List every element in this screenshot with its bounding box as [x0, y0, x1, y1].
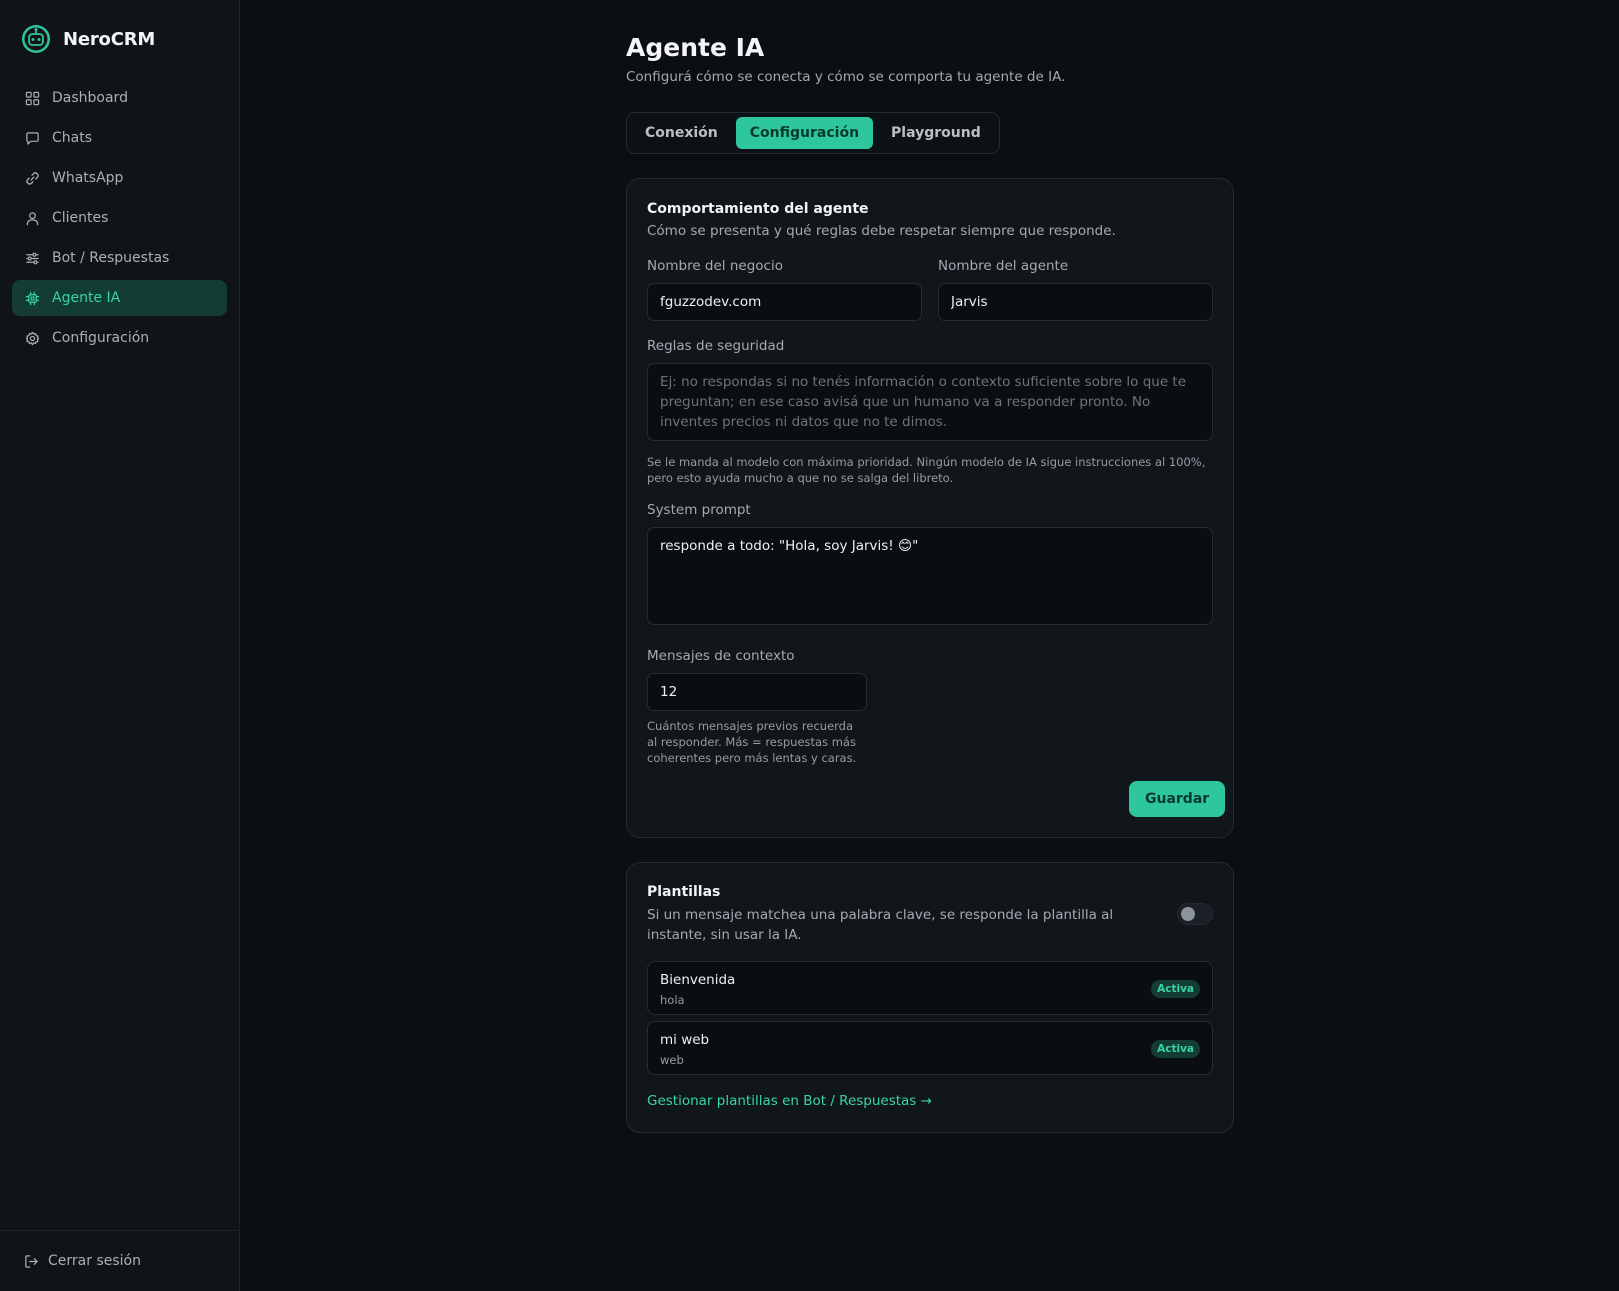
template-name: Bienvenida: [660, 972, 736, 988]
behavior-card: Comportamiento del agente Cómo se presen…: [626, 178, 1234, 838]
link-icon: [26, 171, 39, 185]
sidebar-item-label: Clientes: [52, 210, 109, 226]
sidebar-item-label: WhatsApp: [52, 170, 124, 186]
templates-card: Plantillas Si un mensaje matchea una pal…: [626, 862, 1234, 1133]
tab-playground[interactable]: Playground: [877, 117, 995, 149]
sidebar-item-label: Configuración: [52, 330, 150, 346]
logout-label: Cerrar sesión: [48, 1253, 141, 1269]
app-name: NeroCRM: [63, 28, 156, 50]
agent-name-label: Nombre del agente: [938, 258, 1069, 274]
templates-description: Si un mensaje matchea una palabra clave,…: [647, 907, 1114, 943]
template-name: mi web: [660, 1032, 710, 1048]
sidebar-item-label: Agente IA: [52, 290, 121, 306]
sidebar-item-configuracion[interactable]: Configuración: [12, 320, 227, 356]
page-title: Agente IA: [626, 33, 765, 62]
brand[interactable]: NeroCRM: [21, 24, 155, 54]
sidebar-item-dashboard[interactable]: Dashboard: [12, 80, 227, 116]
cpu-icon: [25, 291, 40, 305]
context-messages-label: Mensajes de contexto: [647, 648, 795, 664]
business-name-label: Nombre del negocio: [647, 258, 783, 274]
template-keyword: hola: [660, 993, 685, 1007]
toggle-knob: [1181, 907, 1195, 921]
sidebar-item-chats[interactable]: Chats: [12, 120, 227, 156]
security-rules-hint: Se le manda al modelo con máxima priorid…: [647, 455, 1206, 485]
sidebar-item-bot-respuestas[interactable]: Bot / Respuestas: [12, 240, 227, 276]
system-prompt-label: System prompt: [647, 502, 751, 518]
context-messages-input[interactable]: [647, 673, 867, 711]
system-prompt-textarea[interactable]: responde a todo: "Hola, soy Jarvis! 😊": [647, 527, 1213, 625]
tab-bar: Conexión Configuración Playground: [626, 112, 1000, 154]
robot-icon: [22, 25, 50, 53]
chat-bubble-icon: [26, 131, 39, 145]
context-messages-hint: Cuántos mensajes previos recuerda al res…: [647, 719, 857, 765]
status-badge: Activa: [1151, 980, 1200, 998]
sidebar-item-agente-ia[interactable]: Agente IA: [12, 280, 227, 316]
logout-icon: [25, 1254, 38, 1268]
behavior-description: Cómo se presenta y qué reglas debe respe…: [647, 223, 1116, 239]
tab-configuracion[interactable]: Configuración: [735, 117, 874, 149]
business-name-input[interactable]: [647, 283, 922, 321]
gear-icon: [25, 331, 40, 345]
template-row[interactable]: mi web web Activa: [647, 1021, 1213, 1075]
sliders-icon: [26, 252, 39, 264]
templates-title: Plantillas: [647, 884, 721, 900]
page-subtitle: Configurá cómo se conecta y cómo se comp…: [626, 69, 1066, 85]
agent-name-input[interactable]: [938, 283, 1213, 321]
app-root: NeroCRM Dashboard Chats WhatsApp Cliente…: [0, 0, 1619, 1291]
sidebar-item-label: Bot / Respuestas: [52, 250, 170, 266]
tab-conexion[interactable]: Conexión: [631, 117, 732, 149]
sidebar: NeroCRM Dashboard Chats WhatsApp Cliente…: [0, 0, 240, 1291]
sidebar-item-whatsapp[interactable]: WhatsApp: [12, 160, 227, 196]
logout-button[interactable]: Cerrar sesión: [0, 1230, 240, 1291]
status-badge: Activa: [1151, 1040, 1200, 1058]
sidebar-item-label: Chats: [52, 130, 93, 146]
security-rules-textarea[interactable]: [647, 363, 1213, 441]
sidebar-nav: Dashboard Chats WhatsApp Clientes Bot / …: [12, 80, 227, 360]
grid-icon: [25, 91, 40, 105]
sidebar-item-label: Dashboard: [52, 90, 128, 106]
manage-templates-link[interactable]: Gestionar plantillas en Bot / Respuestas…: [647, 1093, 932, 1109]
save-button[interactable]: Guardar: [1129, 781, 1226, 817]
template-keyword: web: [660, 1053, 684, 1067]
sidebar-item-clientes[interactable]: Clientes: [12, 200, 227, 236]
security-rules-label: Reglas de seguridad: [647, 338, 785, 354]
templates-toggle[interactable]: [1177, 903, 1213, 925]
user-icon: [26, 211, 39, 225]
template-row[interactable]: Bienvenida hola Activa: [647, 961, 1213, 1015]
behavior-title: Comportamiento del agente: [647, 201, 869, 217]
